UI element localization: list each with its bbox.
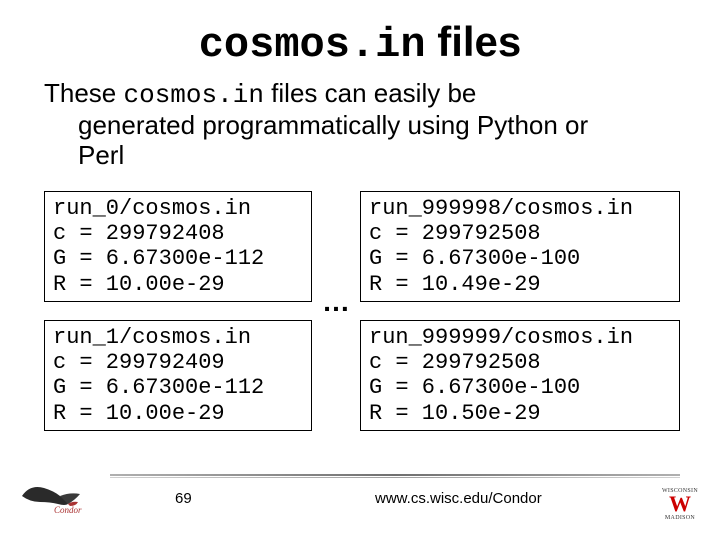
- ellipsis: …: [320, 286, 352, 318]
- code-box-top-left: run_0/cosmos.in c = 299792408 G = 6.6730…: [44, 191, 312, 302]
- wisconsin-logo-bottom: MADISON: [662, 514, 698, 522]
- title-code: cosmos.in: [199, 21, 426, 69]
- body-line1-pre: These: [44, 78, 124, 108]
- slide: cosmos.in files These cosmos.in files ca…: [0, 0, 720, 540]
- footer-url: www.cs.wisc.edu/Condor: [375, 490, 542, 507]
- code-box-bottom-right: run_999999/cosmos.in c = 299792508 G = 6…: [360, 320, 680, 431]
- wisconsin-logo-w-icon: W: [662, 494, 698, 514]
- code-box-bottom-left: run_1/cosmos.in c = 299792409 G = 6.6730…: [44, 320, 312, 431]
- body-line1-post: files can easily be: [264, 78, 476, 108]
- body-text: These cosmos.in files can easily be gene…: [40, 79, 680, 171]
- page-number: 69: [175, 490, 192, 507]
- condor-logo-text: Condor: [54, 505, 82, 515]
- footer-rule: [110, 474, 680, 478]
- code-box-top-right: run_999998/cosmos.in c = 299792508 G = 6…: [360, 191, 680, 302]
- condor-logo: Condor: [20, 482, 106, 516]
- wisconsin-logo: WISCONSIN W MADISON: [662, 488, 698, 522]
- code-col-left: run_0/cosmos.in c = 299792408 G = 6.6730…: [44, 191, 312, 431]
- title-rest: files: [426, 18, 522, 65]
- body-line2: generated programmatically using Python …: [78, 111, 680, 141]
- slide-title: cosmos.in files: [40, 18, 680, 69]
- condor-bird-icon: Condor: [20, 482, 106, 516]
- code-grid: run_0/cosmos.in c = 299792408 G = 6.6730…: [40, 191, 680, 431]
- body-line3: Perl: [78, 141, 680, 171]
- footer: 69 www.cs.wisc.edu/Condor Condor WISCONS…: [0, 474, 720, 524]
- code-col-right: run_999998/cosmos.in c = 299792508 G = 6…: [360, 191, 680, 431]
- body-line1-code: cosmos.in: [124, 80, 264, 110]
